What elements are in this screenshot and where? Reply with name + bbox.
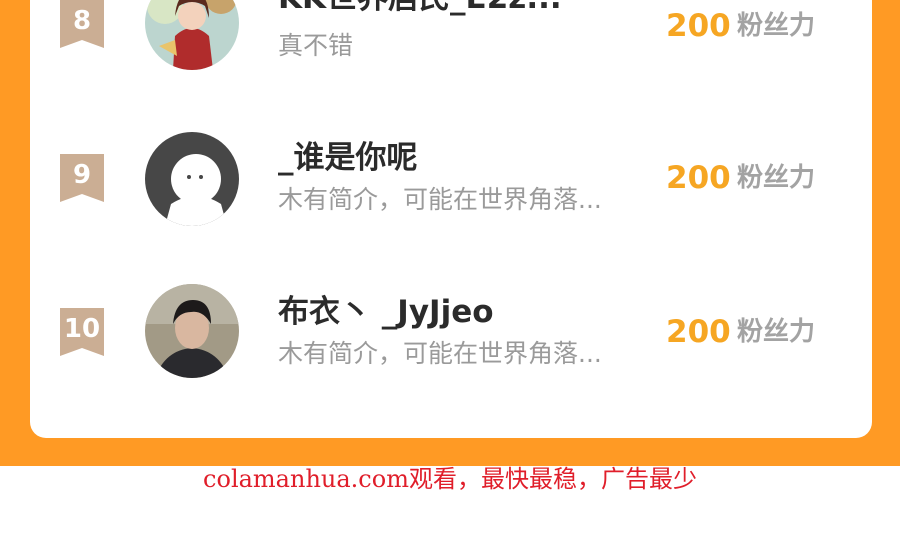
fan-power-label: 粉丝力 — [737, 11, 816, 41]
anime-character-icon — [145, 0, 239, 70]
ranking-card: 8 KK世界居民_E2z... 真不错 200 粉丝力 9 — [30, 0, 872, 438]
ranking-row[interactable]: 10 布衣丶 _JyJjeo 木有简介，可能在世界角落... 200 粉丝力 — [30, 276, 872, 386]
rank-badge: 9 — [60, 154, 104, 202]
fan-power-label: 粉丝力 — [737, 163, 816, 193]
photo-avatar-icon — [145, 284, 239, 378]
fan-power-score: 200 — [666, 160, 731, 196]
fan-power-score: 200 — [666, 8, 731, 44]
user-name[interactable]: KK世界居民_E2z... — [278, 0, 562, 18]
user-bio: 木有简介，可能在世界角落... — [278, 185, 602, 214]
user-avatar[interactable] — [145, 0, 239, 70]
watermark-footer: colamanhua.com观看，最快最稳，广告最少 — [203, 465, 697, 493]
rank-number: 8 — [72, 6, 92, 36]
rank-badge: 10 — [60, 308, 104, 356]
user-bio: 木有简介，可能在世界角落... — [278, 339, 602, 368]
user-bio: 真不错 — [278, 31, 354, 60]
default-user-icon — [145, 132, 239, 226]
fan-power-label: 粉丝力 — [737, 317, 816, 347]
ranking-row[interactable]: 9 _谁是你呢 木有简介，可能在世界角落... 200 粉丝力 — [30, 122, 872, 232]
user-name[interactable]: 布衣丶 _JyJjeo — [278, 292, 494, 332]
user-avatar[interactable] — [145, 284, 239, 378]
rank-number: 10 — [63, 314, 101, 344]
ranking-row[interactable]: 8 KK世界居民_E2z... 真不错 200 粉丝力 — [30, 0, 872, 78]
fan-power-score: 200 — [666, 314, 731, 350]
user-avatar[interactable] — [145, 132, 239, 226]
user-name[interactable]: _谁是你呢 — [278, 138, 418, 178]
rank-number: 9 — [72, 160, 92, 190]
rank-badge: 8 — [60, 0, 104, 48]
